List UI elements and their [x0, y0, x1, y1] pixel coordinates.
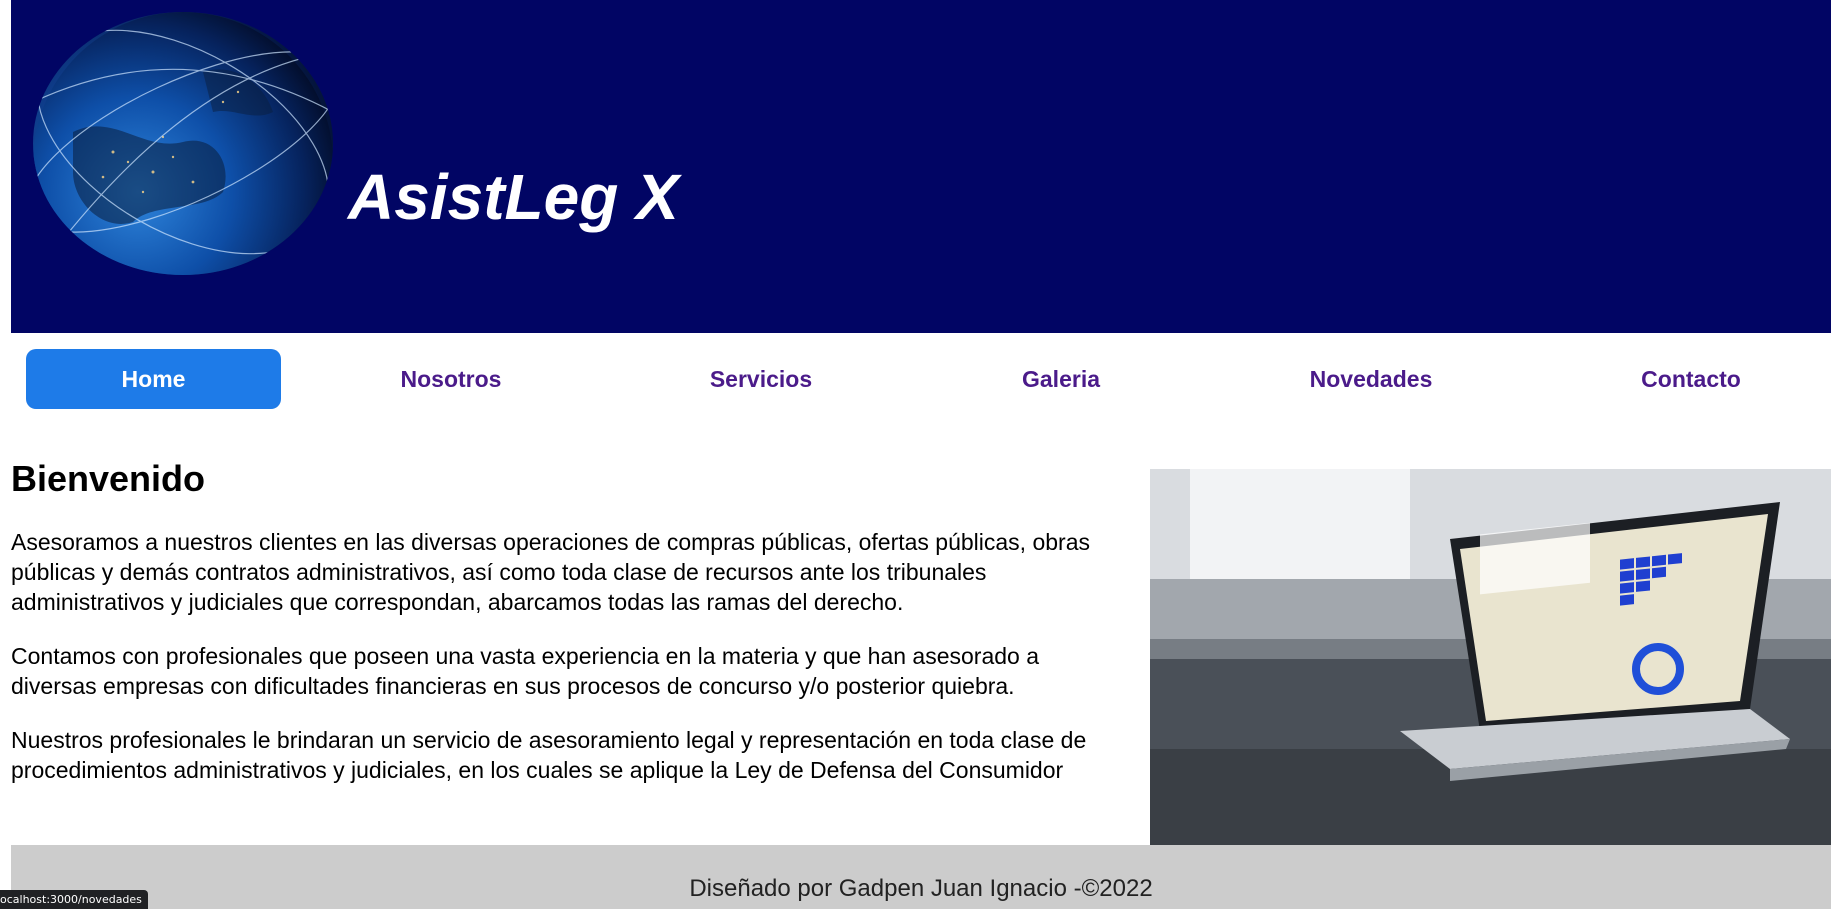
browser-status-url: ocalhost:3000/novedades — [0, 890, 148, 909]
nav-item-servicios[interactable]: Servicios — [656, 349, 866, 409]
nav-item-nosotros[interactable]: Nosotros — [346, 349, 556, 409]
paragraph-1: Asesoramos a nuestros clientes en las di… — [11, 529, 1091, 615]
page-title: Bienvenido — [11, 458, 206, 499]
welcome-section: Bienvenido Asesoramos a nuestros cliente… — [11, 455, 1131, 809]
site-header: AsistLeg X — [11, 0, 1831, 333]
paragraph-3: Nuestros profesionales le brindaran un s… — [11, 727, 1087, 783]
brand-title: AsistLeg X — [348, 161, 679, 233]
nav-item-contacto[interactable]: Contacto — [1586, 349, 1796, 409]
laptop-photo — [1150, 469, 1831, 845]
nav-item-novedades[interactable]: Novedades — [1266, 349, 1476, 409]
paragraph-2: Contamos con profesionales que poseen un… — [11, 643, 1040, 699]
site-footer: Diseñado por Gadpen Juan Ignacio -©2022 — [11, 845, 1831, 909]
globe-icon — [33, 12, 333, 275]
footer-credits: Diseñado por Gadpen Juan Ignacio -©2022 — [689, 875, 1153, 902]
nav-item-home[interactable]: Home — [26, 349, 281, 409]
page: AsistLeg X Home Nosotros Servicios Galer… — [0, 0, 1842, 909]
nav-item-galeria[interactable]: Galeria — [956, 349, 1166, 409]
main-nav: Home Nosotros Servicios Galeria Novedade… — [11, 333, 1831, 423]
